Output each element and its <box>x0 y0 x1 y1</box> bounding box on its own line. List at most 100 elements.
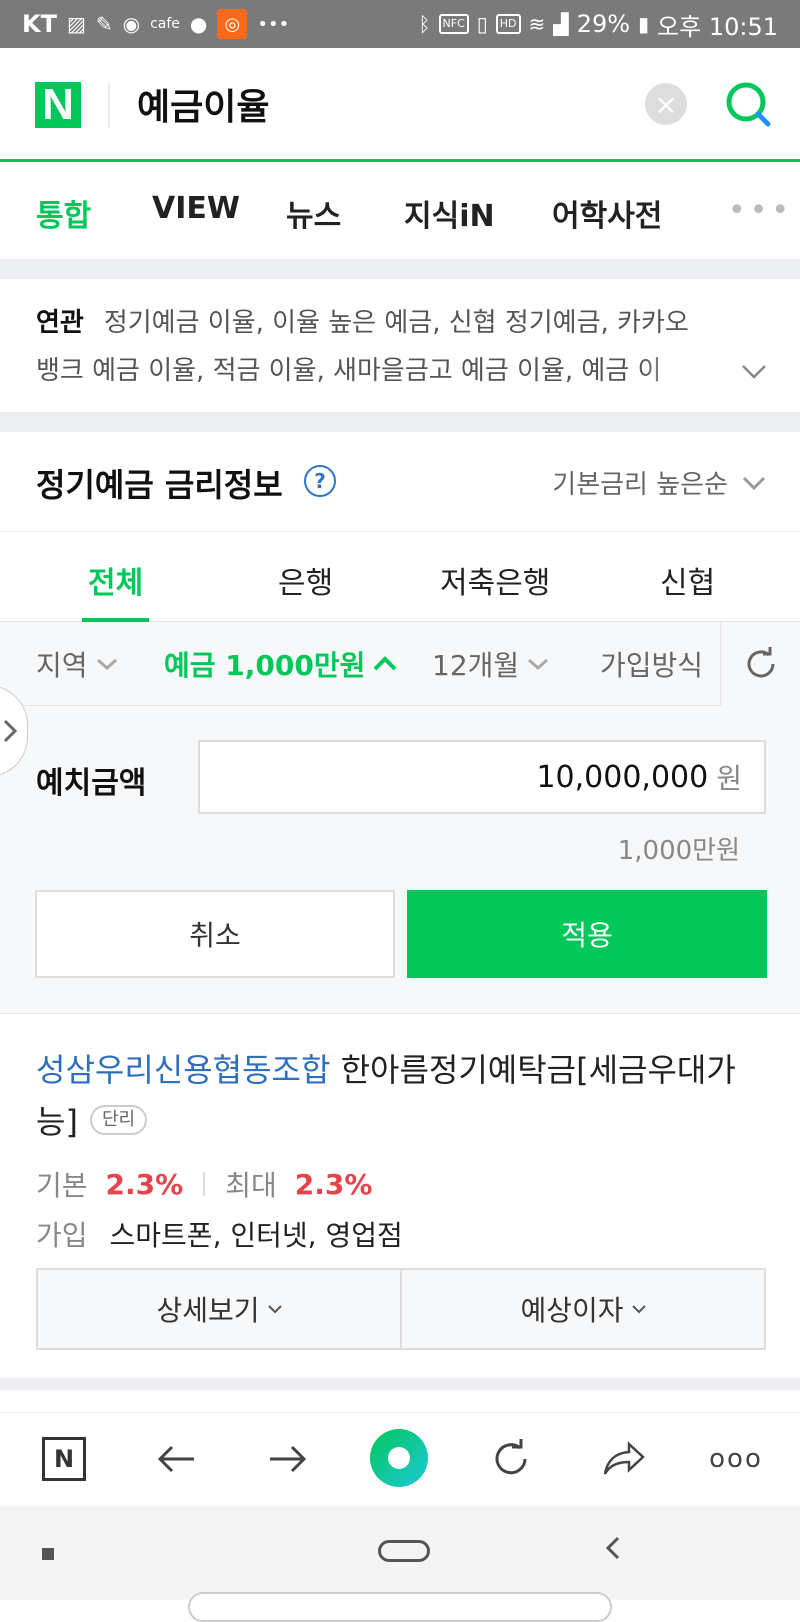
pill-icon: ✎ <box>95 12 113 36</box>
green-dot-button[interactable] <box>370 1429 428 1487</box>
period-filter[interactable]: 12개월 <box>432 644 549 684</box>
tab-integrated[interactable]: 통합 <box>36 191 91 235</box>
expected-interest-label: 예상이자 <box>520 1294 624 1327</box>
talk-icon: ● <box>189 12 208 36</box>
related-keywords-line1[interactable]: 정기예금 이율, 이율 높은 예금, 신협 정기예금, 카카오 <box>104 308 689 338</box>
detail-button[interactable]: 상세보기 <box>38 1270 400 1348</box>
detail-button-label: 상세보기 <box>156 1294 260 1327</box>
rate-info-title: 정기예금 금리정보 <box>36 466 283 504</box>
chevron-left-icon <box>605 1536 620 1560</box>
chevron-down-icon <box>267 1305 282 1314</box>
browser-toolbar: N ooo <box>0 1412 800 1506</box>
bluetooth-icon: ᛒ <box>418 12 431 36</box>
product-actions: 상세보기 예상이자 <box>36 1268 766 1350</box>
expected-interest-button[interactable]: 예상이자 <box>400 1270 764 1348</box>
region-filter[interactable]: 지역 <box>36 644 118 684</box>
category-tabs: 전체 은행 저축은행 신협 <box>0 532 800 622</box>
chevron-down-icon <box>528 658 549 671</box>
join-channels: 가입 스마트폰, 인터넷, 영업점 <box>36 1214 403 1254</box>
join-label: 가입 <box>36 1219 88 1252</box>
join-method-filter[interactable]: 가입방식 <box>600 644 703 684</box>
chevron-right-icon <box>3 719 17 743</box>
tab-view[interactable]: VIEW <box>152 191 240 226</box>
share-button[interactable] <box>596 1431 652 1487</box>
max-rate-value: 2.3% <box>294 1167 373 1201</box>
basic-rate-value: 2.3% <box>105 1167 184 1201</box>
tab-kin[interactable]: 지식iN <box>404 191 495 235</box>
gesture-bar <box>188 1592 612 1622</box>
more-menu-button[interactable]: ooo <box>706 1431 766 1487</box>
tab-dictionary[interactable]: 어학사전 <box>552 191 662 235</box>
share-icon <box>603 1441 645 1475</box>
search-icon[interactable] <box>722 78 774 130</box>
back-nav-button[interactable] <box>604 1532 622 1570</box>
help-icon[interactable]: ? <box>304 465 336 497</box>
green-dot-icon <box>388 1447 410 1469</box>
clock: 오후 10:51 <box>657 12 778 41</box>
refresh-button[interactable] <box>720 622 800 706</box>
reload-button[interactable] <box>484 1431 540 1487</box>
naver-logo[interactable]: N <box>35 80 81 129</box>
divider <box>108 82 110 128</box>
sort-dropdown[interactable]: 기본금리 높은순 <box>552 464 766 501</box>
wifi-icon: ≋ <box>528 12 546 36</box>
deposit-amount-hint: 1,000만원 <box>617 836 740 866</box>
vibrate-icon: ▯ <box>476 12 488 36</box>
forward-button[interactable] <box>260 1431 316 1487</box>
more-notifications: ••• <box>257 13 290 35</box>
reload-icon <box>495 1439 527 1475</box>
more-tabs-button[interactable]: ••• <box>728 193 793 228</box>
max-rate-label: 최대 <box>225 1169 277 1202</box>
cancel-button[interactable]: 취소 <box>35 890 395 978</box>
basic-rate-label: 기본 <box>36 1169 88 1202</box>
tab-news[interactable]: 뉴스 <box>286 191 341 235</box>
chevron-down-icon <box>742 476 766 490</box>
chevron-down-icon[interactable] <box>740 357 768 385</box>
carrier-label: KT <box>22 10 57 38</box>
section-divider <box>0 412 800 432</box>
rate-summary: 기본 2.3% 최대 2.3% <box>36 1164 372 1204</box>
deposit-amount-label: 예치금액 <box>36 766 147 801</box>
gallery-icon: ▨ <box>66 12 86 36</box>
join-method-filter-label: 가입방식 <box>600 649 704 682</box>
region-filter-label: 지역 <box>36 649 88 682</box>
home-button[interactable] <box>378 1540 430 1562</box>
section-divider <box>0 259 800 279</box>
battery-percent: 29% <box>576 10 631 38</box>
amount-filter[interactable]: 예금 1,000만원 <box>164 644 397 684</box>
related-searches: 연관 정기예금 이율, 이율 높은 예금, 신협 정기예금, 카카오 뱅크 예금 … <box>0 279 800 412</box>
battery-icon: ▮ <box>638 12 650 36</box>
category-all[interactable]: 전체 <box>88 558 143 602</box>
category-savings-bank[interactable]: 저축은행 <box>440 558 550 602</box>
naver-home-icon: N <box>42 1437 86 1481</box>
chevron-down-icon <box>631 1305 646 1314</box>
chevron-down-icon <box>96 658 117 671</box>
orange-app-icon: ◎ <box>217 9 248 39</box>
rate-info-header: 정기예금 금리정보 ? 기본금리 높은순 <box>0 432 800 532</box>
back-button[interactable] <box>148 1431 204 1487</box>
related-label: 연관 <box>36 308 84 338</box>
deposit-amount-input[interactable]: 10,000,000 원 <box>198 740 766 814</box>
status-bar: KT ▨ ✎ ◉ cafe ● ◎ ••• ᛒ NFC ▯ HD ≋ ▟ 29%… <box>0 0 800 48</box>
product-title[interactable]: 성삼우리신용협동조합 한아름정기예탁금[세금우대가능] 단리 <box>36 1044 771 1148</box>
interest-type-badge: 단리 <box>89 1105 148 1135</box>
app-icon: ◉ <box>122 12 141 36</box>
signal-icon: ▟ <box>553 12 569 36</box>
category-credit-union[interactable]: 신협 <box>660 558 715 602</box>
refresh-icon <box>747 647 774 678</box>
naver-home-button[interactable]: N <box>36 1431 92 1487</box>
amount-filter-label: 예금 1,000만원 <box>164 649 366 682</box>
clear-search-button[interactable]: × <box>645 83 687 125</box>
hd-icon: HD <box>495 14 521 34</box>
category-bank[interactable]: 은행 <box>278 558 333 602</box>
nfc-icon: NFC <box>438 14 469 34</box>
recent-apps-button[interactable] <box>42 1548 54 1560</box>
cafe-label: cafe <box>150 16 180 32</box>
bank-name[interactable]: 성삼우리신용협동조합 <box>36 1051 330 1089</box>
deposit-amount-unit: 원 <box>716 762 742 795</box>
system-nav-bar <box>0 1506 800 1622</box>
filter-bar: 지역 예금 1,000만원 12개월 가입방식 <box>0 622 800 706</box>
apply-button[interactable]: 적용 <box>407 890 767 978</box>
search-input[interactable]: 예금이율 <box>137 78 269 130</box>
chevron-up-icon <box>373 656 397 671</box>
